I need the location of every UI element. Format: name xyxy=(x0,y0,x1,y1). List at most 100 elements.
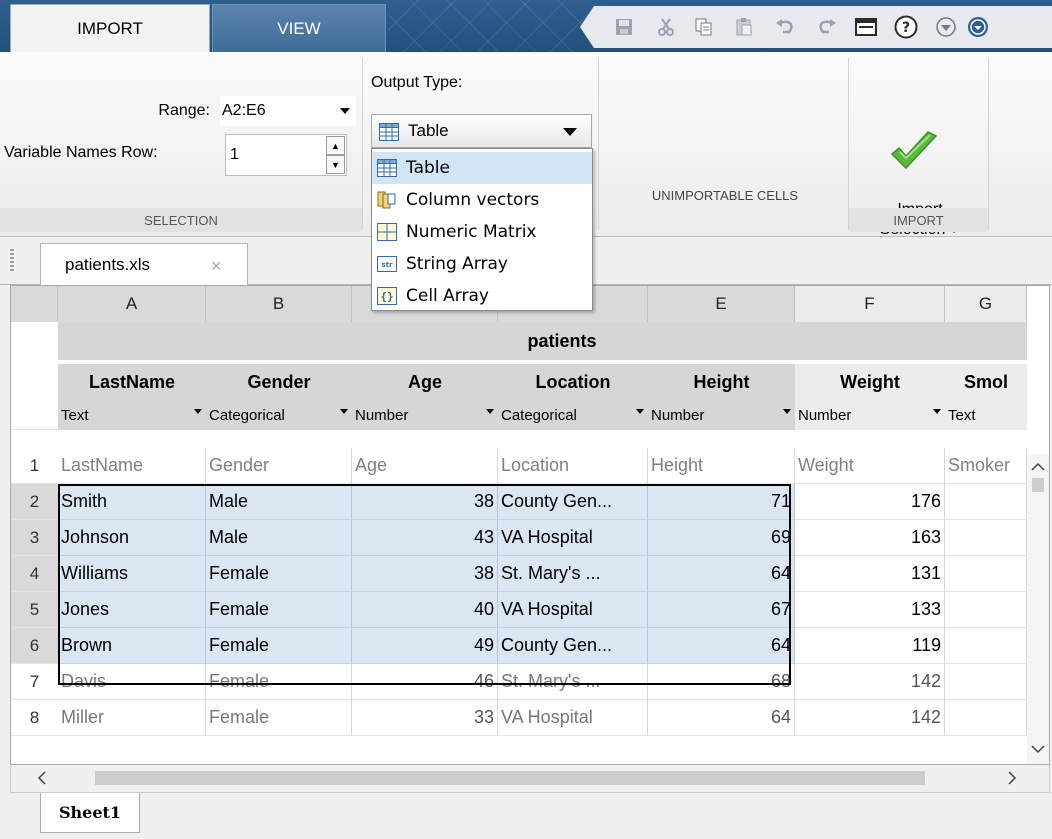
table-cell[interactable]: 176 xyxy=(795,484,945,520)
table-cell[interactable]: 40 xyxy=(352,592,498,628)
scroll-down-icon[interactable] xyxy=(1031,744,1045,754)
table-cell[interactable]: 38 xyxy=(352,556,498,592)
variable-type-dropdown[interactable]: Text xyxy=(945,400,1027,430)
minimize-ribbon-icon[interactable] xyxy=(967,14,989,40)
table-cell[interactable]: Female xyxy=(206,700,352,736)
row-number-5[interactable]: 5 xyxy=(11,592,58,628)
table-cell[interactable]: 142 xyxy=(795,700,945,736)
row-number-2[interactable]: 2 xyxy=(11,484,58,520)
row-number-1[interactable]: 1 xyxy=(11,448,58,484)
scroll-left-icon[interactable] xyxy=(37,771,47,785)
table-cell[interactable]: Female xyxy=(206,628,352,664)
table-cell[interactable] xyxy=(945,520,1027,556)
sheet-tab-sheet1[interactable]: Sheet1 xyxy=(40,793,140,833)
table-cell[interactable]: Johnson xyxy=(58,520,206,556)
table-cell[interactable]: Female xyxy=(206,592,352,628)
horizontal-scroll-thumb[interactable] xyxy=(95,771,925,785)
spin-up-icon[interactable]: ▲ xyxy=(326,136,345,155)
variable-name-1[interactable]: Gender xyxy=(206,364,352,400)
table-cell[interactable]: 71 xyxy=(648,484,795,520)
table-cell[interactable]: County Gen... xyxy=(498,484,648,520)
vertical-scrollbar[interactable] xyxy=(1027,454,1049,764)
variable-type-dropdown[interactable]: Categorical xyxy=(498,400,648,430)
undo-icon[interactable] xyxy=(773,14,799,40)
variable-name-2[interactable]: Age xyxy=(352,364,498,400)
table-cell[interactable]: Female xyxy=(206,664,352,700)
table-cell[interactable] xyxy=(945,556,1027,592)
table-cell[interactable]: 64 xyxy=(648,556,795,592)
help-icon[interactable]: ? xyxy=(893,14,919,40)
table-cell[interactable]: St. Mary's ... xyxy=(498,556,648,592)
variable-type-dropdown[interactable]: Text xyxy=(58,400,206,430)
header-row-cell[interactable]: Weight xyxy=(795,448,945,484)
header-row-cell[interactable]: Age xyxy=(352,448,498,484)
scroll-right-icon[interactable] xyxy=(1007,771,1017,785)
variable-type-dropdown[interactable]: Number xyxy=(352,400,498,430)
options-icon[interactable] xyxy=(933,14,959,40)
table-cell[interactable]: 64 xyxy=(648,700,795,736)
table-cell[interactable]: 43 xyxy=(352,520,498,556)
document-tab-patients[interactable]: patients.xls × xyxy=(40,243,248,286)
table-cell[interactable]: Smith xyxy=(58,484,206,520)
variable-type-dropdown[interactable]: Number xyxy=(648,400,795,430)
table-cell[interactable]: Jones xyxy=(58,592,206,628)
header-row-cell[interactable]: Gender xyxy=(206,448,352,484)
table-cell[interactable]: Female xyxy=(206,556,352,592)
header-row-cell[interactable]: Location xyxy=(498,448,648,484)
scroll-up-icon[interactable] xyxy=(1031,462,1045,472)
table-cell[interactable]: 46 xyxy=(352,664,498,700)
variable-name-4[interactable]: Height xyxy=(648,364,795,400)
drag-grip-icon[interactable] xyxy=(10,249,14,271)
table-cell[interactable] xyxy=(945,664,1027,700)
table-name[interactable]: patients xyxy=(412,322,712,360)
spin-down-icon[interactable]: ▼ xyxy=(326,155,345,174)
table-cell[interactable]: 133 xyxy=(795,592,945,628)
redo-icon[interactable] xyxy=(813,14,839,40)
column-header-f[interactable]: F xyxy=(795,286,945,322)
spreadsheet-grid[interactable]: ABCDEFGpatientsLastNameTextGenderCategor… xyxy=(10,285,1050,765)
variable-name-5[interactable]: Weight xyxy=(795,364,945,400)
table-cell[interactable]: Williams xyxy=(58,556,206,592)
table-cell[interactable]: County Gen... xyxy=(498,628,648,664)
table-cell[interactable]: 38 xyxy=(352,484,498,520)
table-cell[interactable]: 119 xyxy=(795,628,945,664)
table-cell[interactable]: VA Hospital xyxy=(498,520,648,556)
table-cell[interactable]: 69 xyxy=(648,520,795,556)
save-icon[interactable] xyxy=(611,14,637,40)
table-cell[interactable] xyxy=(945,700,1027,736)
table-cell[interactable] xyxy=(945,592,1027,628)
option-cell-array[interactable]: {} Cell Array xyxy=(372,280,592,312)
variable-type-dropdown[interactable]: Number xyxy=(795,400,945,430)
option-numeric-matrix[interactable]: Numeric Matrix xyxy=(372,216,592,248)
window-icon[interactable] xyxy=(853,14,879,40)
header-row-cell[interactable]: Height xyxy=(648,448,795,484)
row-number-8[interactable]: 8 xyxy=(11,700,58,736)
option-string-array[interactable]: str String Array xyxy=(372,248,592,280)
table-cell[interactable]: 68 xyxy=(648,664,795,700)
table-cell[interactable]: Male xyxy=(206,484,352,520)
table-cell[interactable]: 163 xyxy=(795,520,945,556)
variable-name-3[interactable]: Location xyxy=(498,364,648,400)
table-cell[interactable]: 64 xyxy=(648,628,795,664)
table-cell[interactable]: Davis xyxy=(58,664,206,700)
variable-type-dropdown[interactable]: Categorical xyxy=(206,400,352,430)
tab-import[interactable]: IMPORT xyxy=(10,4,210,52)
column-header-e[interactable]: E xyxy=(648,286,795,322)
table-cell[interactable]: St. Mary's ... xyxy=(498,664,648,700)
row-number-6[interactable]: 6 xyxy=(11,628,58,664)
row-number-7[interactable]: 7 xyxy=(11,664,58,700)
table-cell[interactable]: 49 xyxy=(352,628,498,664)
option-column-vectors[interactable]: Column vectors xyxy=(372,184,592,216)
cut-icon[interactable] xyxy=(653,14,679,40)
column-header-g[interactable]: G xyxy=(945,286,1027,322)
header-row-cell[interactable]: LastName xyxy=(58,448,206,484)
table-cell[interactable]: Brown xyxy=(58,628,206,664)
variable-name-6[interactable]: Smol xyxy=(945,364,1027,400)
table-cell[interactable]: Male xyxy=(206,520,352,556)
table-cell[interactable]: Miller xyxy=(58,700,206,736)
row-number-4[interactable]: 4 xyxy=(11,556,58,592)
close-icon[interactable]: × xyxy=(211,256,222,277)
horizontal-scrollbar[interactable] xyxy=(10,765,1050,793)
table-cell[interactable] xyxy=(945,628,1027,664)
table-cell[interactable]: VA Hospital xyxy=(498,700,648,736)
